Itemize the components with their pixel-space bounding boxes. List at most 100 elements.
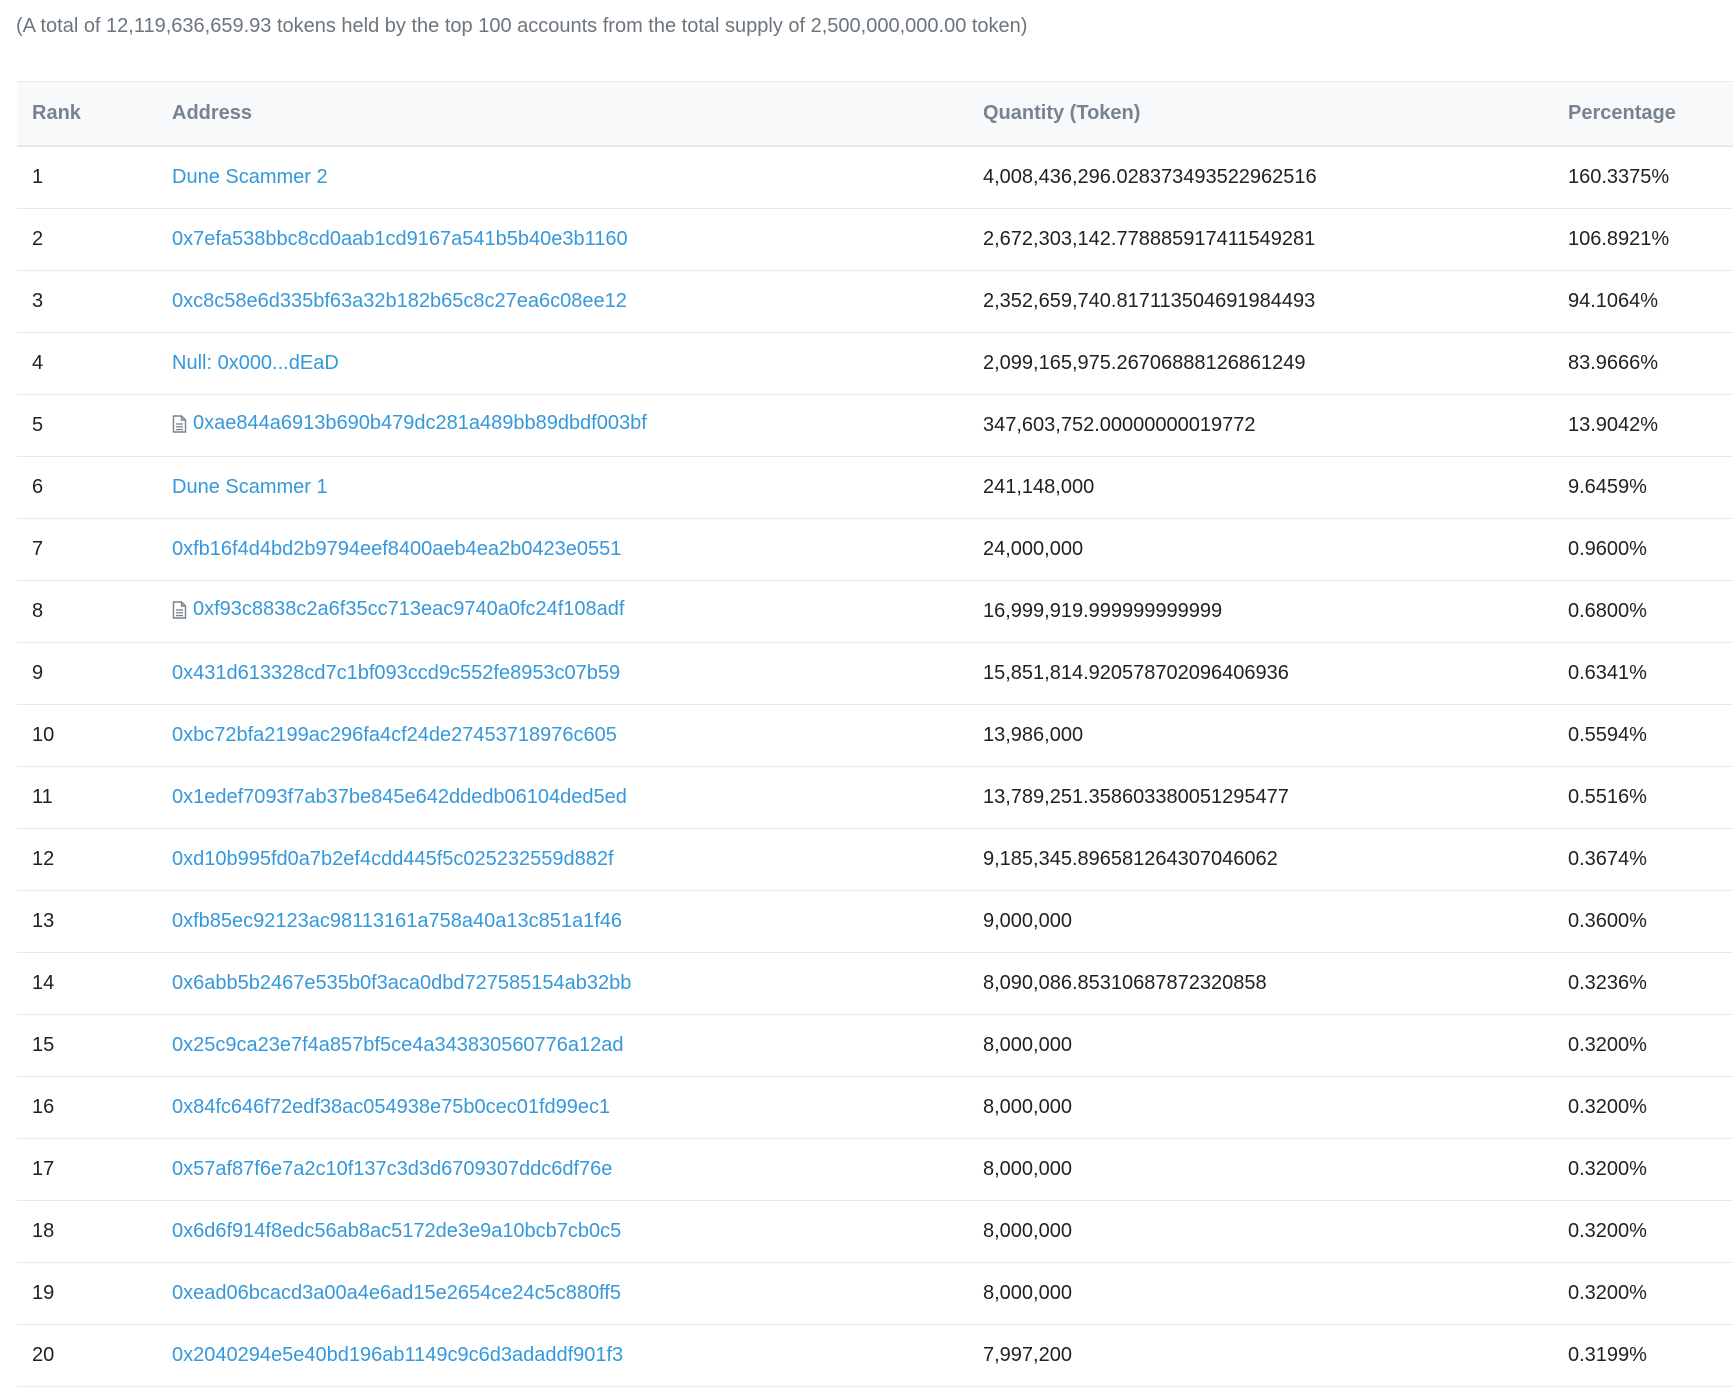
rank-cell: 2 — [17, 208, 172, 271]
holder-address-text: 0x84fc646f72edf38ac054938e75b0cec01fd99e… — [172, 1096, 611, 1118]
table-row: 3 0xc8c58e6d335bf63a32b182b65c8c27ea6c08e… — [17, 270, 1733, 333]
table-row: 20 0x2040294e5e40bd196ab1149c9c6d3adaddf9… — [17, 1324, 1733, 1387]
percentage-cell: 0.3236% — [1568, 952, 1733, 1015]
address-cell: 0x25c9ca23e7f4a857bf5ce4a343830560776a12… — [172, 1014, 983, 1077]
quantity-cell: 13,986,000 — [983, 704, 1568, 767]
table-header-row: Rank Address Quantity (Token) Percentage — [17, 81, 1733, 147]
percentage-cell: 160.3375% — [1568, 146, 1733, 209]
quantity-cell: 347,603,752.00000000019772 — [983, 394, 1568, 457]
table-header: Rank Address Quantity (Token) Percentage — [17, 81, 1733, 147]
holder-address-link[interactable]: 0x1edef7093f7ab37be845e642ddedb06104ded5… — [172, 786, 627, 809]
address-cell: 0x84fc646f72edf38ac054938e75b0cec01fd99e… — [172, 1076, 983, 1139]
holder-address-text: 0x2040294e5e40bd196ab1149c9c6d3adaddf901… — [172, 1344, 624, 1366]
holder-address-link[interactable]: 0x7efa538bbc8cd0aab1cd9167a541b5b40e3b11… — [172, 228, 628, 251]
contract-file-icon — [172, 415, 187, 433]
address-cell: 0x1edef7093f7ab37be845e642ddedb06104ded5… — [172, 766, 983, 829]
rank-cell: 6 — [17, 456, 172, 519]
holder-address-link[interactable]: 0xf93c8838c2a6f35cc713eac9740a0fc24f108a… — [172, 598, 624, 621]
holder-address-link[interactable]: 0x2040294e5e40bd196ab1149c9c6d3adaddf901… — [172, 1344, 623, 1367]
holder-address-link[interactable]: 0x57af87f6e7a2c10f137c3d3d6709307ddc6df7… — [172, 1158, 612, 1181]
percentage-cell: 0.3674% — [1568, 828, 1733, 891]
rank-cell: 7 — [17, 518, 172, 581]
holder-address-link[interactable]: 0xd10b995fd0a7b2ef4cdd445f5c025232559d88… — [172, 848, 614, 871]
holder-address-link[interactable]: 0x25c9ca23e7f4a857bf5ce4a343830560776a12… — [172, 1034, 624, 1057]
rank-cell: 14 — [17, 952, 172, 1015]
address-cell: 0xbc72bfa2199ac296fa4cf24de27453718976c6… — [172, 704, 983, 767]
holder-address-link[interactable]: Null: 0x000...dEaD — [172, 352, 339, 375]
holder-address-link[interactable]: 0x6d6f914f8edc56ab8ac5172de3e9a10bcb7cb0… — [172, 1220, 621, 1243]
quantity-cell: 8,000,000 — [983, 1262, 1568, 1325]
percentage-cell: 83.9666% — [1568, 332, 1733, 395]
address-cell: 0xf93c8838c2a6f35cc713eac9740a0fc24f108a… — [172, 580, 983, 643]
holder-address-link[interactable]: 0xead06bcacd3a00a4e6ad15e2654ce24c5c880f… — [172, 1282, 621, 1305]
quantity-cell: 9,000,000 — [983, 890, 1568, 953]
rank-cell: 10 — [17, 704, 172, 767]
holder-address-text: 0xfb16f4d4bd2b9794eef8400aeb4ea2b0423e05… — [172, 538, 622, 560]
quantity-cell: 9,185,345.896581264307046062 — [983, 828, 1568, 891]
quantity-cell: 8,000,000 — [983, 1014, 1568, 1077]
table-row: 6 Dune Scammer 1 241,148,000 9.6459% — [17, 456, 1733, 519]
rank-cell: 20 — [17, 1324, 172, 1387]
holder-address-text: 0xc8c58e6d335bf63a32b182b65c8c27ea6c08ee… — [172, 290, 627, 312]
address-cell: 0xfb16f4d4bd2b9794eef8400aeb4ea2b0423e05… — [172, 518, 983, 581]
holder-address-link[interactable]: 0x84fc646f72edf38ac054938e75b0cec01fd99e… — [172, 1096, 610, 1119]
rank-cell: 9 — [17, 642, 172, 705]
percentage-cell: 0.6800% — [1568, 580, 1733, 643]
quantity-cell: 2,672,303,142.778885917411549281 — [983, 208, 1568, 271]
percentage-cell: 13.9042% — [1568, 394, 1733, 457]
rank-cell: 1 — [17, 146, 172, 209]
table-row: 8 0xf93c8838c2a6f35cc713eac9740a0fc24f108… — [17, 580, 1733, 643]
table-row: 10 0xbc72bfa2199ac296fa4cf24de27453718976… — [17, 704, 1733, 767]
quantity-cell: 241,148,000 — [983, 456, 1568, 519]
rank-cell: 8 — [17, 580, 172, 643]
table-row: 7 0xfb16f4d4bd2b9794eef8400aeb4ea2b0423e0… — [17, 518, 1733, 581]
table-row: 19 0xead06bcacd3a00a4e6ad15e2654ce24c5c88… — [17, 1262, 1733, 1325]
address-cell: 0x2040294e5e40bd196ab1149c9c6d3adaddf901… — [172, 1324, 983, 1387]
holder-address-text: 0x57af87f6e7a2c10f137c3d3d6709307ddc6df7… — [172, 1158, 613, 1180]
quantity-cell: 8,000,000 — [983, 1138, 1568, 1201]
percentage-cell: 0.3200% — [1568, 1138, 1733, 1201]
holder-address-text: 0x6d6f914f8edc56ab8ac5172de3e9a10bcb7cb0… — [172, 1220, 622, 1242]
address-cell: 0xfb85ec92123ac98113161a758a40a13c851a1f… — [172, 890, 983, 953]
holder-address-text: 0x1edef7093f7ab37be845e642ddedb06104ded5… — [172, 786, 627, 808]
column-header-address: Address — [172, 81, 983, 147]
column-header-quantity: Quantity (Token) — [983, 81, 1568, 147]
address-cell: Dune Scammer 1 — [172, 456, 983, 519]
holder-address-link[interactable]: Dune Scammer 1 — [172, 476, 328, 499]
rank-cell: 11 — [17, 766, 172, 829]
table-row: 18 0x6d6f914f8edc56ab8ac5172de3e9a10bcb7c… — [17, 1200, 1733, 1263]
quantity-cell: 16,999,919.999999999999 — [983, 580, 1568, 643]
rank-cell: 15 — [17, 1014, 172, 1077]
token-holders-table: Rank Address Quantity (Token) Percentage… — [17, 81, 1733, 1387]
rank-cell: 5 — [17, 394, 172, 457]
holder-address-text: 0xd10b995fd0a7b2ef4cdd445f5c025232559d88… — [172, 848, 614, 870]
quantity-cell: 15,851,814.920578702096406936 — [983, 642, 1568, 705]
holder-address-link[interactable]: 0x431d613328cd7c1bf093ccd9c552fe8953c07b… — [172, 662, 620, 685]
percentage-cell: 0.3600% — [1568, 890, 1733, 953]
holder-address-text: Null: 0x000...dEaD — [172, 352, 339, 374]
rank-cell: 3 — [17, 270, 172, 333]
table-row: 14 0x6abb5b2467e535b0f3aca0dbd727585154ab… — [17, 952, 1733, 1015]
address-cell: 0x431d613328cd7c1bf093ccd9c552fe8953c07b… — [172, 642, 983, 705]
holder-address-link[interactable]: 0xfb16f4d4bd2b9794eef8400aeb4ea2b0423e05… — [172, 538, 621, 561]
holder-address-text: 0xf93c8838c2a6f35cc713eac9740a0fc24f108a… — [193, 598, 625, 621]
holder-address-link[interactable]: 0x6abb5b2467e535b0f3aca0dbd727585154ab32… — [172, 972, 631, 995]
holder-address-link[interactable]: 0xfb85ec92123ac98113161a758a40a13c851a1f… — [172, 910, 622, 933]
quantity-cell: 8,000,000 — [983, 1076, 1568, 1139]
holder-address-link[interactable]: 0xc8c58e6d335bf63a32b182b65c8c27ea6c08ee… — [172, 290, 627, 313]
table-body: 1 Dune Scammer 2 4,008,436,296.02837349352… — [17, 146, 1733, 1387]
address-cell: Dune Scammer 2 — [172, 146, 983, 209]
percentage-cell: 0.6341% — [1568, 642, 1733, 705]
address-cell: 0xead06bcacd3a00a4e6ad15e2654ce24c5c880f… — [172, 1262, 983, 1325]
holder-address-link[interactable]: 0xbc72bfa2199ac296fa4cf24de27453718976c6… — [172, 724, 617, 747]
quantity-cell: 8,000,000 — [983, 1200, 1568, 1263]
rank-cell: 16 — [17, 1076, 172, 1139]
holder-address-link[interactable]: Dune Scammer 2 — [172, 166, 328, 189]
rank-cell: 4 — [17, 332, 172, 395]
holders-summary: (A total of 12,119,636,659.93 tokens hel… — [16, 15, 1028, 37]
address-cell: 0xc8c58e6d335bf63a32b182b65c8c27ea6c08ee… — [172, 270, 983, 333]
holder-address-link[interactable]: 0xae844a6913b690b479dc281a489bb89dbdf003… — [172, 412, 647, 435]
percentage-cell: 9.6459% — [1568, 456, 1733, 519]
rank-cell: 18 — [17, 1200, 172, 1263]
table-row: 2 0x7efa538bbc8cd0aab1cd9167a541b5b40e3b1… — [17, 208, 1733, 271]
